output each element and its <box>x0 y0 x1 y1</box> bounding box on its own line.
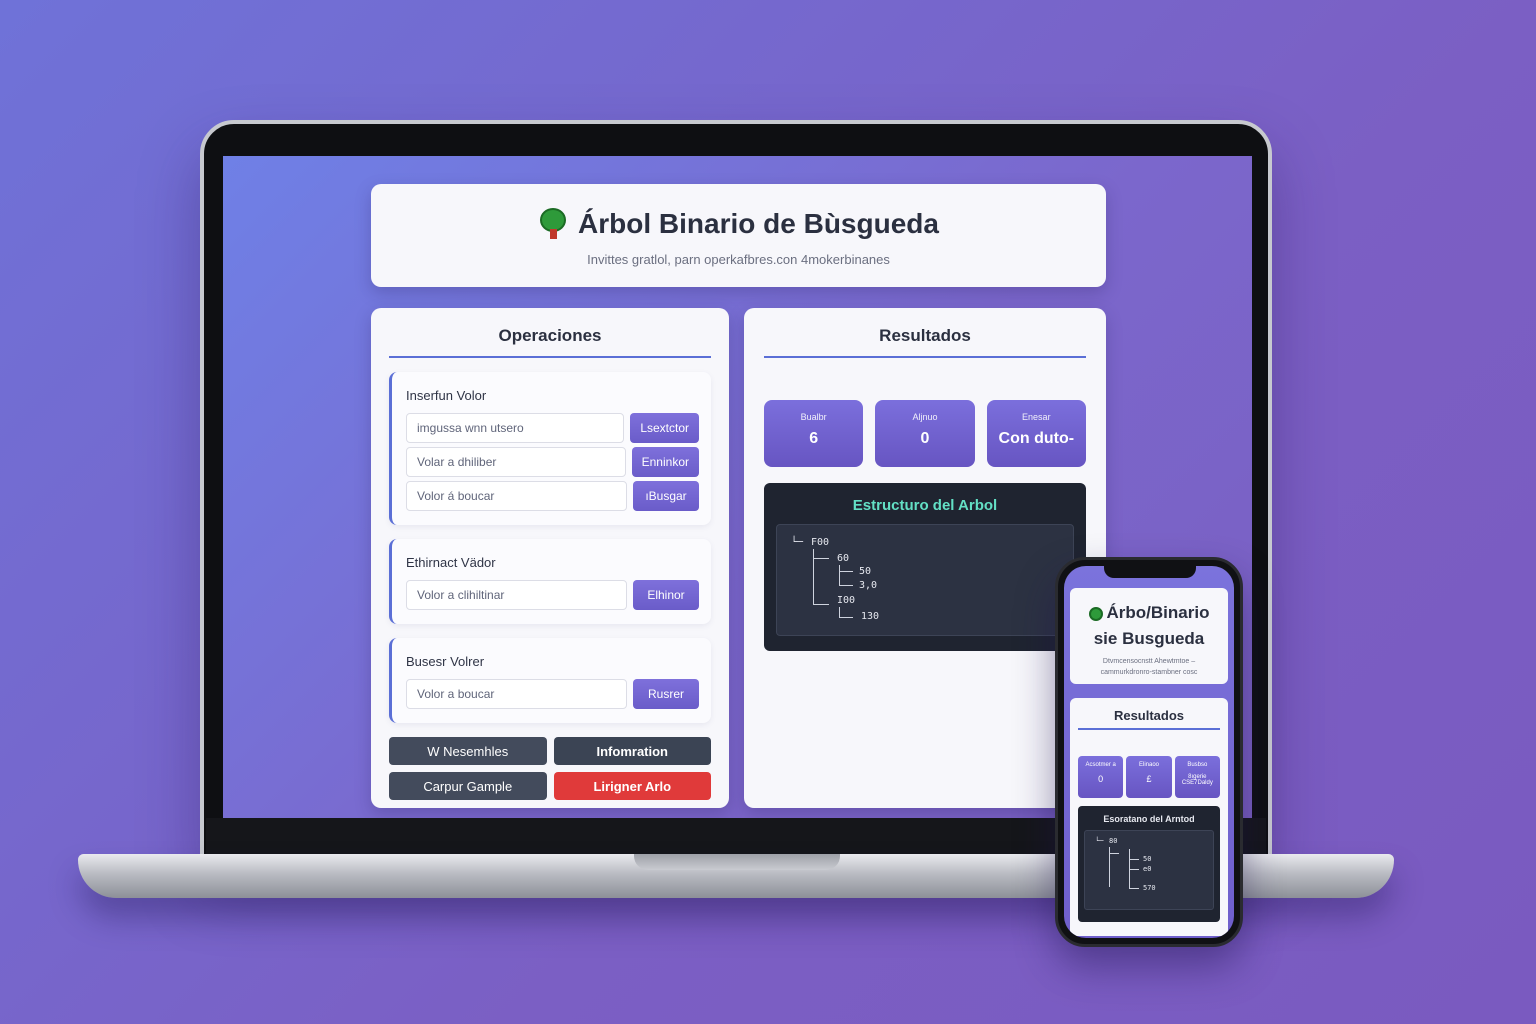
insert-group: Inserfun Volor imgussa wnn utsero Lsextc… <box>389 372 711 525</box>
stat-card-height: Aljnuo 0 <box>875 400 975 467</box>
information-button[interactable]: Infomration <box>553 737 711 765</box>
operations-title: Operaciones <box>389 308 711 358</box>
mobile-results-panel: Resultados Acsotmer a 0 Elinaoo £ Busbso… <box>1070 698 1228 936</box>
stat-value: 0 <box>1098 774 1104 784</box>
mobile-tree-view: └─ 80 50 e0 570 <box>1084 830 1214 910</box>
tree-root-prefix: └─ <box>1095 837 1104 845</box>
search-group: Busesr Volrer Volor a boucar Rusrer <box>389 638 711 723</box>
delete-group: Ethirnact Vädor Volor a clihiltinar Elhi… <box>389 539 711 624</box>
delete-row: Volor a clihiltinar Elhinor <box>406 580 699 610</box>
laptop-notch <box>634 854 840 870</box>
insert-row-3: Volor á boucar ıBusgar <box>406 481 699 511</box>
mobile-stat-card: Elinaoo £ <box>1126 756 1172 798</box>
stat-value: 8ıgerie CSE7Daldy <box>1181 774 1213 786</box>
mobile-stats-row: Acsotmer a 0 Elinaoo £ Busbso 8ıgerie CS… <box>1078 756 1220 798</box>
tree-node-root: F00 <box>811 537 830 548</box>
mobile-tree-structure: Esoratano del Arntod └─ 80 50 e0 570 <box>1078 806 1220 922</box>
search-row: Volor a boucar Rusrer <box>406 679 699 709</box>
tree-branch-line <box>1109 853 1119 854</box>
search-input[interactable]: Volor a boucar <box>406 679 627 709</box>
tree-icon <box>1088 606 1103 621</box>
search-label: Busesr Volrer <box>406 654 485 669</box>
mobile-title-line2: sie Busgueda <box>1093 629 1205 648</box>
load-sample-button[interactable]: Carpur Gample <box>389 772 547 800</box>
mobile-stat-card: Acsotmer a 0 <box>1078 756 1124 798</box>
tree-node: 60 <box>837 553 850 564</box>
tree-node: 50 <box>1143 855 1152 863</box>
mobile-stat-card: Busbso 8ıgerie CSE7Daldy <box>1174 756 1220 798</box>
stat-value: 0 <box>920 430 930 447</box>
tree-branch-line <box>1129 888 1139 889</box>
tree-icon <box>538 208 568 240</box>
tree-branch-line <box>813 604 829 605</box>
clear-tree-button[interactable]: Lirigner Arlo <box>553 772 711 800</box>
stat-value: 6 <box>809 430 819 447</box>
delete-value-input[interactable]: Volar a dhiliber <box>406 447 626 477</box>
mobile-tree-title: Esoratano del Arntod <box>1103 814 1195 824</box>
stat-value: Con duto- <box>998 430 1075 447</box>
insert-input[interactable]: imgussa wnn utsero <box>406 413 625 443</box>
tree-branch-line <box>813 558 829 559</box>
results-panel: Resultados Bualbr 6 Aljnuo 0 Enesar Con … <box>744 308 1106 808</box>
mobile-title: Árbo/Binario sie Busgueda <box>1070 600 1228 652</box>
tree-node: 50 <box>859 566 872 577</box>
header-card: Árbol Binario de Bùsgueda Invittes gratl… <box>371 184 1106 287</box>
title-row: Árbol Binario de Bùsgueda <box>371 208 1106 240</box>
stat-card-status: Enesar Con duto- <box>986 400 1086 467</box>
tree-node: e0 <box>1143 865 1152 873</box>
tree-node: 130 <box>861 611 880 622</box>
insert-button[interactable]: Lsextctor <box>630 413 699 443</box>
operations-panel: Operaciones Inserfun Volor imgussa wnn u… <box>371 308 729 808</box>
stat-label: Elinaoo <box>1138 762 1159 768</box>
examples-button[interactable]: W Nesemhles <box>389 737 547 765</box>
insert-row-1: imgussa wnn utsero Lsextctor <box>406 413 699 443</box>
phone-notch <box>1104 562 1196 578</box>
search-quick-button[interactable]: ıBusgar <box>633 481 699 511</box>
mobile-subtitle-line1: Dtvmcensocnstt Ahewtmtoe – <box>1102 658 1196 665</box>
stat-value: £ <box>1146 774 1152 784</box>
mobile-results-title: Resultados <box>1078 698 1220 730</box>
tree-branch-line <box>839 571 853 572</box>
insert-label: Inserfun Volor <box>406 388 487 403</box>
stat-label: Aljnuo <box>912 412 938 422</box>
tree-branch-line <box>1129 869 1139 870</box>
page-title: Árbol Binario de Bùsgueda <box>578 208 939 239</box>
results-title: Resultados <box>764 308 1086 358</box>
mobile-header-card: Árbo/Binario sie Busgueda Dtvmcensocnstt… <box>1070 588 1228 684</box>
tree-node: 3,0 <box>859 580 878 591</box>
action-buttons: W Nesemhles Infomration Carpur Gample Li… <box>389 737 711 800</box>
tree-branch-line <box>839 617 853 618</box>
stat-label: Busbso <box>1187 762 1208 768</box>
delete-input[interactable]: Volor a clihiltinar <box>406 580 627 610</box>
tree-branch-line <box>839 565 840 585</box>
tree-branch-line <box>839 585 853 586</box>
insert-row-2: Volar a dhiliber Enninkor <box>406 447 699 477</box>
search-button[interactable]: Rusrer <box>633 679 699 709</box>
tree-branch-line <box>1129 859 1139 860</box>
search-value-input[interactable]: Volor á boucar <box>406 481 627 511</box>
tree-view: └─ F00 60 50 3,0 I00 130 <box>776 524 1074 636</box>
delete-button[interactable]: Elhinor <box>633 580 699 610</box>
page-subtitle: Invittes gratlol, parn operkafbres.con 4… <box>587 252 890 267</box>
mobile-subtitle: Dtvmcensocnstt Ahewtmtoe – cammurkdronro… <box>1070 656 1228 678</box>
tree-node: 570 <box>1143 884 1156 892</box>
mobile-title-line1: Árbo/Binario <box>1106 603 1210 622</box>
delete-label: Ethirnact Vädor <box>406 555 496 570</box>
tree-structure-panel: Estructuro del Arbol └─ F00 60 50 3,0 I0… <box>764 483 1086 651</box>
stat-label: Enesar <box>1022 412 1051 422</box>
tree-root-prefix: └─ <box>791 537 804 548</box>
phone-screen: Árbo/Binario sie Busgueda Dtvmcensocnstt… <box>1064 566 1234 938</box>
tree-node: I00 <box>837 595 856 606</box>
stats-row: Bualbr 6 Aljnuo 0 Enesar Con duto- <box>764 400 1086 467</box>
tree-branch-line <box>839 607 840 617</box>
tree-node-root: 80 <box>1109 837 1118 845</box>
mobile-subtitle-line2: cammurkdronro-stambner cosc <box>1100 669 1198 676</box>
tree-structure-title: Estructuro del Arbol <box>852 497 998 514</box>
stat-card-nodes: Bualbr 6 <box>764 400 864 467</box>
stat-label: Acsotmer a <box>1085 762 1116 768</box>
delete-quick-button[interactable]: Enninkor <box>631 447 699 477</box>
stat-label: Bualbr <box>800 412 827 422</box>
